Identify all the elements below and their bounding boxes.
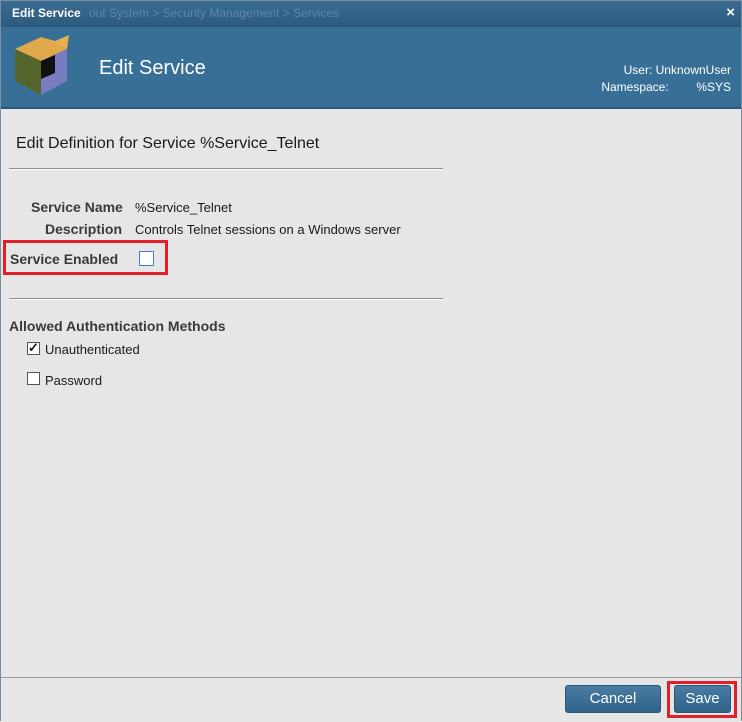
namespace-info: Namespace: %SYS xyxy=(601,80,731,94)
user-info: User: UnknownUser xyxy=(623,63,731,77)
header-title: Edit Service xyxy=(99,57,206,79)
checkmark-icon: ✓ xyxy=(28,340,39,355)
service-enabled-checkbox[interactable] xyxy=(139,251,154,266)
unauthenticated-label[interactable]: Unauthenticated xyxy=(45,342,140,357)
form-content: Edit Definition for Service %Service_Tel… xyxy=(1,109,741,677)
namespace-label: Namespace: xyxy=(601,80,669,94)
dialog-footer: Cancel Save xyxy=(1,677,741,722)
cancel-button[interactable]: Cancel xyxy=(565,685,661,713)
service-name-value: %Service_Telnet xyxy=(135,200,232,215)
cube-logo-icon xyxy=(15,35,69,95)
save-button[interactable]: Save xyxy=(674,685,731,713)
description-label: Description xyxy=(45,221,123,237)
background-breadcrumb: out System > Security Management > Servi… xyxy=(89,6,340,20)
divider xyxy=(9,168,443,170)
page-title: Edit Definition for Service %Service_Tel… xyxy=(16,135,320,152)
divider xyxy=(9,298,443,300)
password-checkbox[interactable] xyxy=(27,372,40,385)
dialog-titlebar[interactable]: Edit Service out System > Security Manag… xyxy=(1,1,741,27)
service-name-label: Service Name xyxy=(31,199,123,215)
description-value: Controls Telnet sessions on a Windows se… xyxy=(135,222,401,237)
unauthenticated-checkbox[interactable]: ✓ xyxy=(27,340,40,355)
service-enabled-label: Service Enabled xyxy=(10,251,119,267)
auth-section-title: Allowed Authentication Methods xyxy=(9,318,226,334)
close-icon[interactable]: × xyxy=(726,4,735,21)
edit-service-dialog: Edit Service out System > Security Manag… xyxy=(0,0,742,722)
page-header: Edit Service User: UnknownUser Namespace… xyxy=(1,27,741,109)
namespace-value: %SYS xyxy=(696,80,731,94)
dialog-title: Edit Service xyxy=(12,6,81,20)
password-label[interactable]: Password xyxy=(45,373,102,388)
